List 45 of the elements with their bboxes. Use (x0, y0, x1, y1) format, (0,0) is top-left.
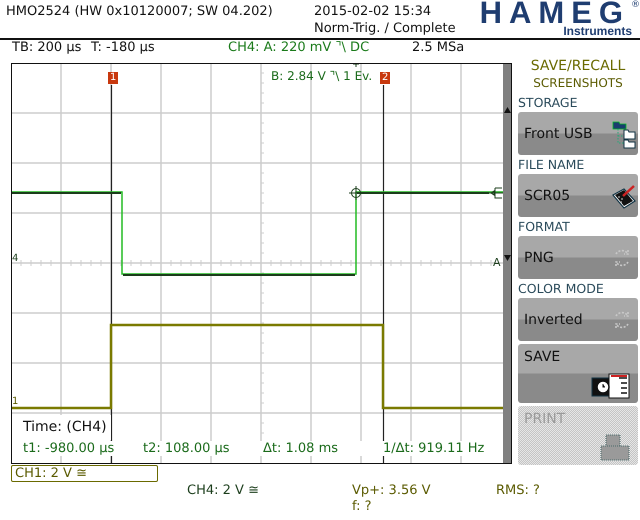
camera-icon (592, 374, 630, 398)
cursor-marker[interactable]: 2 (380, 72, 390, 84)
menu-softkey[interactable]: Inverted (518, 298, 638, 341)
logo-tagline: Instruments (563, 25, 632, 37)
status-text: T: -180 µs (91, 40, 156, 56)
menu-label: COLOR MODE (518, 280, 605, 298)
menu-label: STORAGE (518, 94, 579, 112)
cursor-measurement: 1/Δt: 919.11 Hz (383, 441, 484, 456)
notepad-pen-icon (612, 184, 636, 208)
trigger-status: Norm-Trig. / Complete (314, 20, 457, 37)
device-title: HMO2524 (HW 0x10120007; SW 04.202) (5, 3, 274, 21)
menu-label: FILE NAME (518, 156, 586, 174)
menu-title: SAVE/RECALL (530, 57, 626, 75)
trigger-a-marker: A (493, 257, 501, 269)
status-text: TB: 200 µs (12, 40, 82, 56)
menu-label: FORMAT (518, 218, 571, 236)
cursor-measurement: Δt: 1.08 ms (263, 441, 383, 456)
channel-marker: 4 (12, 254, 18, 264)
registered-mark: ® (631, 0, 640, 10)
trigger-position-icon (352, 64, 360, 68)
date-time: 2015-02-02 15:34 (314, 3, 432, 20)
trigger-point-icon (348, 186, 364, 200)
menu-softkey[interactable]: Front USB (518, 112, 638, 155)
menu-softkey[interactable]: SAVE (518, 344, 638, 403)
cursor-marker[interactable]: 1 (108, 72, 118, 84)
status-text: 2.5 MSa (412, 40, 466, 56)
menu-softkey[interactable]: SCR05 (518, 174, 638, 217)
status-text: CH4: A: 220 mV ⌝\ DC (228, 40, 370, 56)
measurement-value: f: ? (352, 499, 372, 514)
measurement-value: RMS: ? (496, 483, 541, 499)
trigger-b-level: B: 2.84 V ⌝\ 1 Ev. (271, 69, 372, 83)
channel-marker: 1 (12, 397, 18, 407)
channel-scale: CH4: 2 V ≅ (187, 483, 260, 499)
printer-icon (600, 434, 630, 460)
menu-subtitle: SCREENSHOTS (532, 75, 624, 91)
trigger-level-icon (488, 188, 504, 198)
folder-tree-icon (612, 121, 636, 148)
active-channel-label[interactable]: CH1: 2 V ≅ (11, 465, 158, 482)
logo-brand: HAMEG (480, 0, 630, 25)
rotate-knob-icon (615, 310, 629, 328)
menu-softkey[interactable]: PNG (518, 236, 638, 279)
rotate-knob-icon (615, 248, 629, 266)
cursor-measurement: t2: 108.00 µs (143, 441, 263, 456)
measurement-value: Vp+: 3.56 V (352, 483, 432, 499)
scrollbar[interactable] (503, 64, 511, 463)
